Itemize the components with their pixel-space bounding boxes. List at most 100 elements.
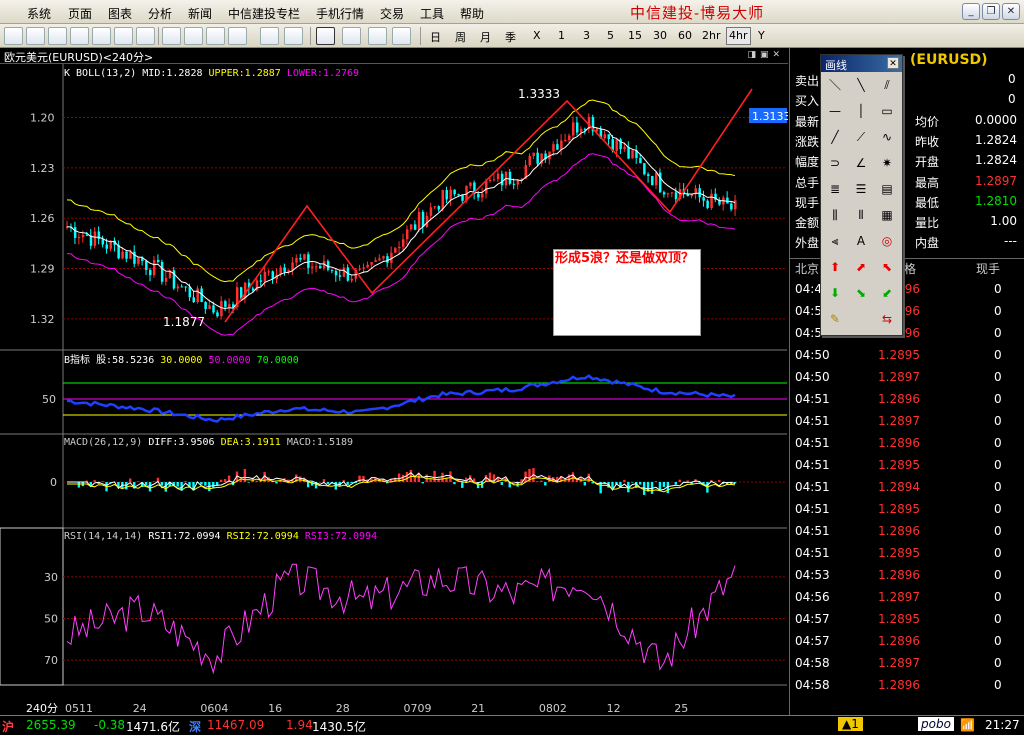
menu-mobile[interactable]: 手机行情	[316, 5, 364, 22]
tick-volume: 0	[994, 634, 1002, 648]
arc-icon[interactable]: ⊃	[824, 154, 846, 172]
period-3[interactable]: 3	[583, 29, 590, 42]
candle-body	[267, 271, 271, 273]
pencil-icon[interactable]: ✎	[824, 310, 846, 328]
period-1[interactable]: 1	[558, 29, 565, 42]
tick-price: 1.2895	[878, 502, 920, 516]
tick-price: 1.2896	[878, 392, 920, 406]
annotation-box[interactable]: 形成5浪？还是做双顶？	[553, 249, 701, 336]
zoom-in-icon[interactable]	[184, 27, 203, 45]
fan-icon[interactable]: ✷	[876, 154, 898, 172]
period-60[interactable]: 60	[678, 29, 692, 42]
report-icon[interactable]	[114, 27, 133, 45]
gann-icon[interactable]: ▤	[876, 180, 898, 198]
period-month[interactable]: 月	[480, 29, 491, 45]
candle-body	[263, 271, 267, 282]
restore-button[interactable]: ❐	[982, 3, 1000, 20]
angle-icon[interactable]: ∠	[850, 154, 872, 172]
candle-body	[702, 197, 705, 201]
vline-icon[interactable]: │	[850, 102, 872, 120]
minimize-button[interactable]: _	[962, 3, 980, 20]
candle-body	[358, 268, 362, 270]
arrow-down-icon[interactable]: ⬇	[824, 284, 846, 302]
period-x[interactable]: X	[533, 29, 541, 42]
tick-row: 04:51 1.2896 0	[790, 392, 1024, 412]
menu-column[interactable]: 中信建投专栏	[228, 5, 300, 22]
draw-line-icon[interactable]	[316, 27, 335, 45]
alarm-bell-icon[interactable]	[342, 27, 361, 45]
trend-icon[interactable]: ╱	[824, 128, 846, 146]
menu-chart[interactable]: 图表	[108, 5, 132, 22]
menu-page[interactable]: 页面	[68, 5, 92, 22]
quote-value-2: 0.0000	[975, 112, 1017, 127]
period-4hr[interactable]: 4hr	[726, 27, 751, 45]
search-icon[interactable]	[228, 27, 247, 45]
menu-system[interactable]: 系统	[27, 5, 51, 22]
export-icon[interactable]	[260, 27, 279, 45]
alert-badge[interactable]: ▲1	[838, 717, 863, 731]
grid-icon[interactable]	[70, 27, 89, 45]
arrow-up-icon[interactable]: ⬆	[824, 258, 846, 276]
date-tick: 24	[133, 702, 147, 715]
box-icon[interactable]: ▦	[876, 206, 898, 224]
tick-time: 04:51	[795, 502, 830, 516]
arrow-upleft-icon[interactable]: ⬉	[876, 258, 898, 276]
tick-time: 04:51	[795, 392, 830, 406]
parallel-icon[interactable]: ⫽	[876, 76, 898, 94]
refresh-icon[interactable]	[162, 27, 181, 45]
candle-body	[160, 261, 164, 282]
delete-icon[interactable]: ⇆	[876, 310, 898, 328]
status-bar: 沪 2655.39 -0.38 1471.6亿 深 11467.09 1.94 …	[0, 715, 1024, 734]
menu-tools[interactable]: 工具	[420, 5, 444, 22]
channel-icon[interactable]: ☰	[850, 180, 872, 198]
wave-icon[interactable]: ∿	[876, 128, 898, 146]
tile-icon[interactable]	[48, 27, 67, 45]
menu-analysis[interactable]: 分析	[148, 5, 172, 22]
pitchfork-icon[interactable]: ⫷	[824, 232, 846, 250]
colors-icon[interactable]	[368, 27, 387, 45]
close-icon[interactable]: ✕	[887, 57, 899, 69]
fio-icon[interactable]	[136, 27, 155, 45]
candle-body	[496, 173, 500, 180]
rect-icon[interactable]: ▭	[876, 102, 898, 120]
candle-body	[152, 259, 156, 276]
line-icon[interactable]: ＼	[824, 76, 846, 94]
arrow-upright-icon[interactable]: ⬈	[850, 258, 872, 276]
period-y[interactable]: Y	[758, 29, 765, 42]
period-quarter[interactable]: 季	[505, 29, 516, 45]
chart-icon[interactable]	[4, 27, 23, 45]
table-icon[interactable]	[92, 27, 111, 45]
cycle-icon[interactable]: ⫼	[824, 206, 846, 224]
candle-body	[251, 288, 255, 291]
chart-area[interactable]: 1.32 1.29 1.26 1.23 1.20 1.3333 1.1877 1.3133 50…	[0, 64, 788, 715]
period-5[interactable]: 5	[607, 29, 614, 42]
segment-icon[interactable]: ⟋	[850, 128, 872, 146]
hline-icon[interactable]: —	[824, 102, 846, 120]
candle-body	[528, 156, 531, 166]
chart-control-buttons[interactable]: ◨▣✕	[747, 50, 784, 60]
arrow-downleft-icon[interactable]: ⬋	[876, 284, 898, 302]
import-icon[interactable]	[284, 27, 303, 45]
ray-icon[interactable]: ╲	[850, 76, 872, 94]
period-15[interactable]: 15	[628, 29, 642, 42]
arrow-downright-icon[interactable]: ⬊	[850, 284, 872, 302]
circle-icon[interactable]: ◎	[876, 232, 898, 250]
menu-help[interactable]: 帮助	[460, 5, 484, 22]
period-30[interactable]: 30	[653, 29, 667, 42]
drawing-tools-titlebar[interactable]: 画线 ✕	[821, 55, 902, 72]
close-button[interactable]: ✕	[1002, 3, 1020, 20]
period-icon[interactable]: ⦀	[850, 206, 872, 224]
menu-news[interactable]: 新闻	[188, 5, 212, 22]
period-2hr[interactable]: 2hr	[702, 29, 721, 42]
list-icon[interactable]	[26, 27, 45, 45]
period-day[interactable]: 日	[430, 29, 441, 45]
period-week[interactable]: 周	[455, 29, 466, 45]
lightning-icon[interactable]	[392, 27, 411, 45]
menu-trade[interactable]: 交易	[380, 5, 404, 22]
text-icon[interactable]: A	[850, 232, 872, 250]
tick-volume: 0	[994, 568, 1002, 582]
zoom-out-icon[interactable]	[206, 27, 225, 45]
fib-icon[interactable]: ≣	[824, 180, 846, 198]
tick-time: 04:51	[795, 414, 830, 428]
drawing-tools-palette[interactable]: 画线 ✕ ＼ ╲ ⫽ — │ ▭ ╱ ⟋ ∿ ⊃ ∠ ✷ ≣ ☰ ▤ ⫼ ⦀ ▦ ⫷ A ◎ ⬆ ⬈ ⬉ ⬇ ⬊ ⬋ ✎ ⇆	[820, 54, 903, 336]
